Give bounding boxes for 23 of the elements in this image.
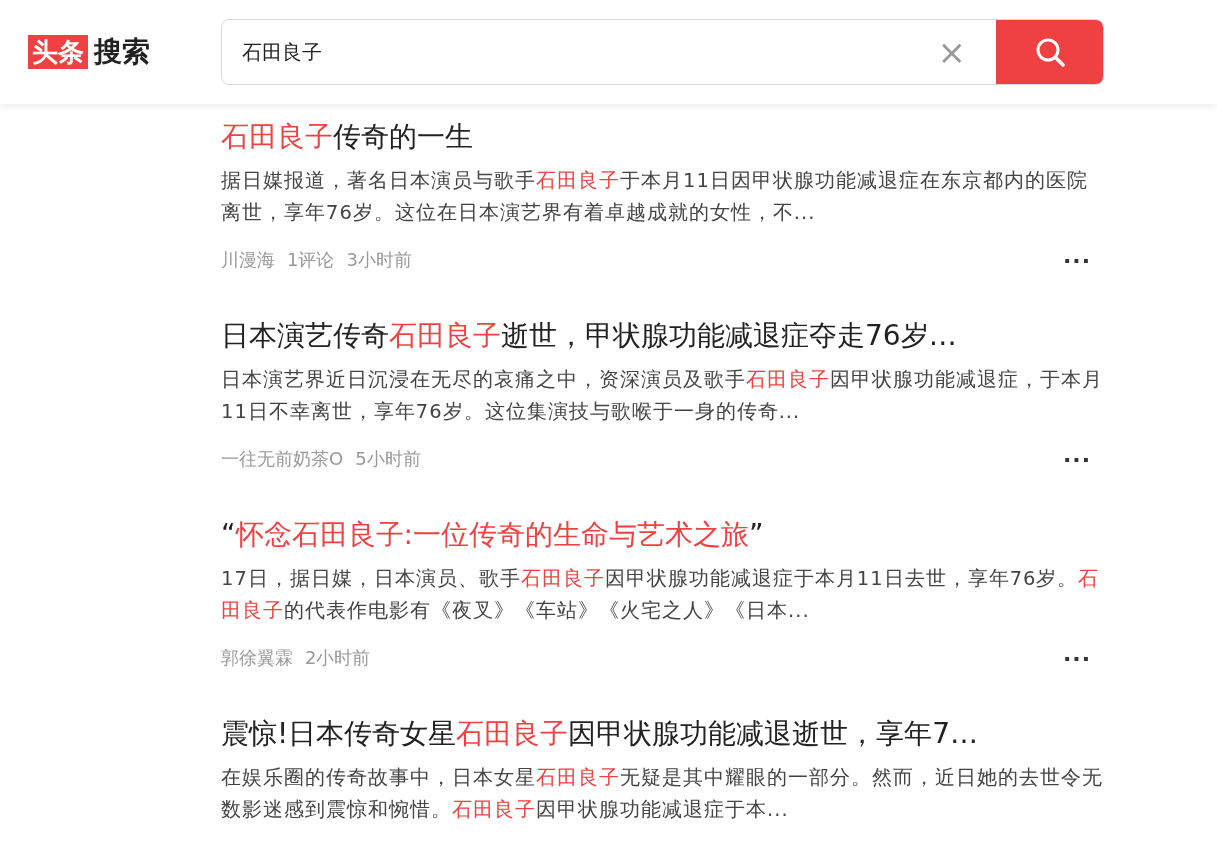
result-title[interactable]: 震惊!日本传奇女星石田良子因甲状腺功能减退逝世，享年7… <box>221 714 1103 754</box>
search-icon <box>1034 36 1066 68</box>
search-button[interactable] <box>996 20 1103 84</box>
meta-text: 郭徐翼霖 <box>221 646 293 670</box>
result-snippet: 日本演艺界近日沉浸在无尽的哀痛之中，资深演员及歌手石田良子因甲状腺功能减退症，于本月11日不幸离世，享年76岁。这位集演技与歌喉于一身的传奇... <box>221 367 1103 425</box>
meta-text: 一往无前奶茶O <box>221 447 344 471</box>
result-snippet: 17日，据日媒，日本演员、歌手石田良子因甲状腺功能减退症于本月11日去世，享年76岁。石田良子的代表作电影有《夜叉》《车站》《火宅之人》《日本... <box>221 566 1101 624</box>
meta-text: 川漫海 <box>221 248 275 272</box>
meta-text: 1评论 <box>287 248 335 272</box>
logo-text: 搜索 <box>94 34 150 70</box>
result-snippet: 在娱乐圈的传奇故事中，日本女星石田良子无疑是其中耀眼的一部分。然而，近日她的去世令无数影迷感到震惊和惋惜。石田良子因甲状腺功能减退症于本... <box>221 765 1103 823</box>
result-snippet: 据日媒报道，著名日本演员与歌手石田良子于本月11日因甲状腺功能减退症在东京都内的医院离世，享年76岁。这位在日本演艺界有着卓越成就的女性，不... <box>221 168 1089 226</box>
meta-text: 3小时前 <box>346 248 412 272</box>
more-button[interactable]: ··· <box>1062 645 1091 671</box>
result-title[interactable]: 石田良子传奇的一生 <box>221 117 1103 157</box>
meta-text: 5小时前 <box>355 447 421 471</box>
result-title[interactable]: “怀念石田良子:一位传奇的生命与艺术之旅” <box>221 515 1103 555</box>
more-button[interactable]: ··· <box>1062 446 1091 472</box>
result-title[interactable]: 日本演艺传奇石田良子逝世，甲状腺功能减退症夺走76岁… <box>221 316 1103 356</box>
more-button[interactable]: ··· <box>1062 247 1091 273</box>
logo-badge: 头条 <box>28 35 88 69</box>
meta-text: 2小时前 <box>305 646 371 670</box>
search-field[interactable]: 石田良子 × <box>221 19 1104 85</box>
